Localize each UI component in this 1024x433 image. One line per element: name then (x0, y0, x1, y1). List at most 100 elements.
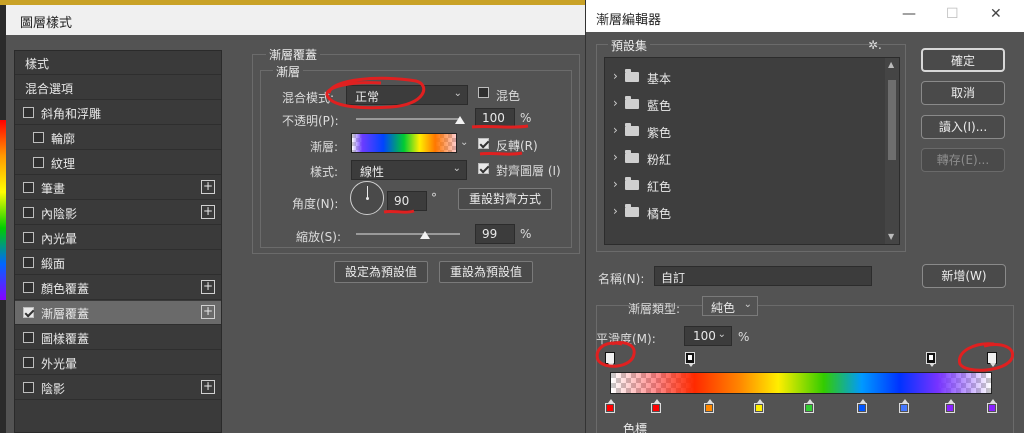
opacity-slider-track[interactable] (356, 118, 460, 120)
style-item[interactable]: 外光暈 (15, 351, 221, 375)
gear-icon[interactable]: ✲. (868, 38, 882, 52)
ok-button[interactable]: 確定 (921, 48, 1005, 72)
chevron-right-icon[interactable]: › (613, 150, 618, 164)
add-effect-icon[interactable]: + (201, 205, 215, 219)
reset-align-button[interactable]: 重設對齊方式 (458, 188, 552, 210)
style-item[interactable]: 圖樣覆蓋 (15, 326, 221, 350)
color-stop[interactable] (753, 399, 764, 413)
style-item-checkbox[interactable] (23, 207, 34, 218)
preset-folder-item[interactable]: › 粉紅 (605, 147, 887, 169)
style-item[interactable]: 漸層覆蓋 + (15, 301, 221, 325)
preset-folder-label: 紅色 (647, 180, 672, 194)
preset-folder-item[interactable]: › 藍色 (605, 93, 887, 115)
style-item-label: 斜角和浮雕 (41, 107, 102, 121)
preset-folder-label: 藍色 (647, 99, 672, 113)
style-item-checkbox[interactable] (23, 107, 34, 118)
style-item[interactable]: 顏色覆蓋 + (15, 276, 221, 300)
align-checkbox[interactable] (478, 163, 489, 174)
style-item-checkbox[interactable] (23, 307, 34, 318)
preset-folder-item[interactable]: › 橘色 (605, 201, 887, 223)
scroll-up-icon[interactable]: ▲ (888, 60, 894, 69)
scrollbar-thumb[interactable] (888, 80, 896, 160)
gradient-type-dropdown[interactable]: 純色 ⌄ (702, 296, 758, 316)
color-stop[interactable] (650, 399, 661, 413)
folder-icon (625, 96, 639, 109)
style-item[interactable]: 紋理 (15, 151, 221, 175)
reverse-checkbox[interactable] (478, 138, 489, 149)
opacity-slider-thumb[interactable] (455, 116, 465, 124)
style-item-checkbox[interactable] (23, 282, 34, 293)
style-item[interactable]: 斜角和浮雕 (15, 101, 221, 125)
style-dropdown[interactable]: 線性 ⌄ (351, 160, 467, 180)
scale-input[interactable]: 99 (475, 224, 515, 244)
load-button[interactable]: 讀入(I)... (921, 115, 1005, 139)
color-stop[interactable] (857, 399, 868, 413)
style-item-checkbox[interactable] (33, 132, 44, 143)
style-item[interactable]: 內光暈 (15, 226, 221, 250)
scroll-down-icon[interactable]: ▼ (888, 232, 894, 241)
smoothness-value: 100 (693, 329, 716, 343)
presets-scrollbar[interactable]: ▲ ▼ (885, 58, 899, 244)
color-stop[interactable] (987, 399, 997, 413)
style-item[interactable]: 輪廓 (15, 126, 221, 150)
red-underline-opacity (471, 124, 529, 129)
style-item-label: 輪廓 (51, 132, 76, 146)
color-stop[interactable] (944, 399, 955, 413)
gradient-swatch[interactable] (351, 133, 457, 153)
style-item[interactable]: 緞面 (15, 251, 221, 275)
reset-default-button[interactable]: 重設為預設值 (439, 261, 533, 283)
add-effect-icon[interactable]: + (201, 380, 215, 394)
close-icon[interactable]: ✕ (990, 6, 1002, 22)
scale-slider-thumb[interactable] (419, 231, 430, 239)
chevron-right-icon[interactable]: › (613, 177, 618, 191)
style-item-checkbox[interactable] (23, 257, 34, 268)
style-item-checkbox[interactable] (23, 182, 34, 193)
scale-slider-track[interactable] (356, 233, 460, 235)
layer-style-titlebar[interactable]: 圖層樣式 (6, 5, 586, 35)
style-item-checkbox[interactable] (23, 357, 34, 368)
chevron-down-icon: ⌄ (453, 88, 462, 99)
color-stop[interactable] (899, 399, 910, 413)
chevron-right-icon[interactable]: › (613, 123, 618, 137)
gradient-editor-titlebar[interactable]: 漸層編輯器 — ☐ ✕ (586, 0, 1024, 32)
smoothness-dropdown[interactable]: 100 ⌄ (684, 326, 732, 346)
dither-checkbox[interactable] (478, 87, 489, 98)
color-stop[interactable] (605, 399, 615, 413)
style-item[interactable]: 混合選項 (15, 76, 221, 100)
layer-style-title: 圖層樣式 (20, 16, 73, 31)
style-item-checkbox[interactable] (23, 232, 34, 243)
preset-folder-item[interactable]: › 紫色 (605, 120, 887, 142)
preset-folder-item[interactable]: › 基本 (605, 66, 887, 88)
style-item-checkbox[interactable] (23, 332, 34, 343)
gradient-bar[interactable] (610, 372, 992, 394)
style-item-checkbox[interactable] (23, 382, 34, 393)
opacity-stop[interactable] (685, 352, 696, 367)
preset-folder-item[interactable]: › 紅色 (605, 174, 887, 196)
chevron-right-icon[interactable]: › (613, 204, 618, 218)
opacity-stop[interactable] (925, 352, 936, 367)
add-effect-icon[interactable]: + (201, 305, 215, 319)
chevron-right-icon[interactable]: › (613, 96, 618, 110)
style-item[interactable]: 樣式 (15, 51, 221, 75)
chevron-right-icon[interactable]: › (613, 69, 618, 83)
add-effect-icon[interactable]: + (201, 280, 215, 294)
make-default-button[interactable]: 設定為預設值 (334, 261, 428, 283)
style-item-checkbox[interactable] (33, 157, 44, 168)
color-stop[interactable] (704, 399, 715, 413)
new-button[interactable]: 新增(W) (922, 264, 1006, 288)
style-item[interactable]: 筆畫 + (15, 176, 221, 200)
style-item-label: 紋理 (51, 157, 76, 171)
style-item[interactable]: 陰影 + (15, 376, 221, 400)
gradient-editor-title: 漸層編輯器 (596, 13, 662, 28)
color-stop[interactable] (803, 399, 814, 413)
add-effect-icon[interactable]: + (201, 180, 215, 194)
style-value: 線性 (360, 165, 385, 179)
angle-dial[interactable] (350, 181, 384, 215)
cancel-button[interactable]: 取消 (921, 81, 1005, 105)
minimize-icon[interactable]: — (902, 6, 916, 22)
style-item[interactable]: 內陰影 + (15, 201, 221, 225)
preset-folder-label: 基本 (647, 72, 672, 86)
maximize-icon: ☐ (946, 6, 959, 22)
name-input[interactable]: 自訂 (654, 266, 872, 286)
opacity-label: 不透明(P): (282, 114, 339, 128)
